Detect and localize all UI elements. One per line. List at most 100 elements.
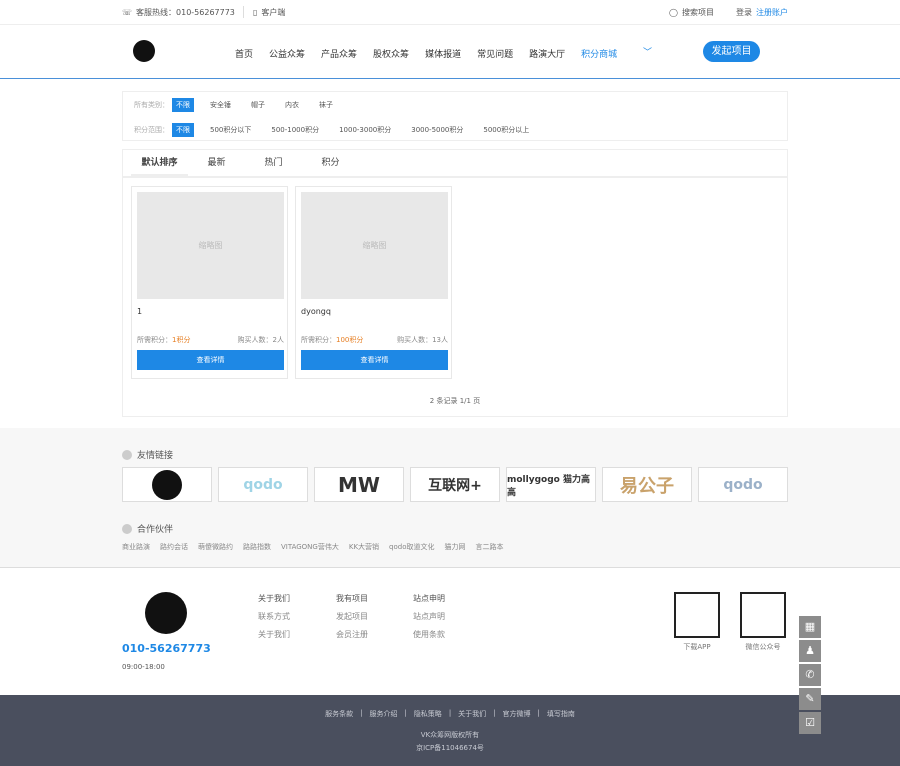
thumbnail[interactable]: 缩略图 (301, 192, 448, 299)
bottom-link[interactable]: 填写指南 (547, 709, 575, 719)
bottom-link[interactable]: 服务条款 (325, 709, 353, 719)
phone-icon: ▯ (253, 8, 258, 17)
bee-logo[interactable] (122, 467, 212, 502)
hotline: ☏ 客服热线：010-56267773 (122, 8, 235, 17)
footer-col-about: 关于我们 联系方式 关于我们 (258, 590, 290, 644)
category-option[interactable]: 安全锤 (206, 98, 235, 112)
main-nav: 首页 公益众筹 产品众筹 股权众筹 媒体报道 常见问题 路演大厅 积分商城 (235, 47, 633, 60)
friend-logo[interactable]: 互联网+ (410, 467, 500, 502)
bottom-link[interactable]: 隐私策略 (414, 709, 442, 719)
partner-link[interactable]: 猫力网 (445, 542, 466, 552)
bottom-link[interactable]: 服务介绍 (369, 709, 397, 719)
register-link[interactable]: 注册账户 (756, 7, 788, 18)
bottom-link[interactable]: 关于我们 (458, 709, 486, 719)
chevron-down-icon[interactable]: ﹀ (643, 45, 652, 58)
nav-product[interactable]: 产品众筹 (321, 47, 357, 60)
nav-media[interactable]: 媒体报道 (425, 47, 461, 60)
footer-link[interactable]: 联系方式 (258, 608, 290, 626)
footer-phone: 010-56267773 (122, 642, 211, 655)
category-option[interactable]: 不限 (172, 98, 194, 112)
partner-link[interactable]: 路路指数 (243, 542, 271, 552)
checkbox-icon[interactable]: ☑ (799, 712, 821, 734)
points-option[interactable]: 3000-5000积分 (407, 123, 467, 137)
search-link[interactable]: 搜索项目 (682, 7, 714, 18)
nav-charity[interactable]: 公益众筹 (269, 47, 305, 60)
card-title[interactable]: dyongq (301, 307, 331, 316)
card-title[interactable]: 1 (137, 307, 142, 316)
qr-code-icon[interactable]: ▦ (799, 616, 821, 638)
footer-col-project: 我有项目 发起项目 会员注册 (336, 590, 368, 644)
footer-link[interactable]: 会员注册 (336, 626, 368, 644)
bee-logo[interactable] (133, 40, 155, 62)
partner-link[interactable]: 路约会话 (160, 542, 188, 552)
partner-link[interactable]: qodo取道文化 (389, 542, 434, 552)
friend-logo[interactable]: MW (314, 467, 404, 502)
tab-points[interactable]: 积分 (302, 150, 359, 176)
footer-link[interactable]: 关于我们 (258, 626, 290, 644)
category-option[interactable]: 内衣 (281, 98, 303, 112)
qq-icon[interactable]: ♟ (799, 640, 821, 662)
partner-link[interactable]: VITAGONG营伟大 (281, 542, 339, 552)
search-icon[interactable]: ◯ (669, 8, 678, 17)
partner-link[interactable]: 商业路演 (122, 542, 150, 552)
points-option[interactable]: 500积分以下 (206, 123, 255, 137)
partner-link[interactable]: 萌傻微路约 (198, 542, 233, 552)
partners-heading: 合作伙伴 (122, 522, 173, 535)
partner-link[interactable]: 言二路本 (476, 542, 504, 552)
footer-link[interactable]: 使用条款 (413, 626, 445, 644)
footer-hours: 09:00-18:00 (122, 663, 165, 671)
points-value: 100积分 (336, 336, 364, 344)
qr-label: 下载APP (683, 643, 711, 651)
points-option[interactable]: 500-1000积分 (267, 123, 323, 137)
launch-project-button[interactable]: 发起项目 (703, 41, 760, 62)
topbar-divider (243, 6, 244, 18)
friend-logo[interactable]: qodo (698, 467, 788, 502)
category-filter: 所有类别： 不限 安全锤 帽子 内衣 袜子 (134, 98, 349, 112)
footer-link[interactable]: 站点声明 (413, 608, 445, 626)
footer-link[interactable]: 发起项目 (336, 608, 368, 626)
points-option[interactable]: 5000积分以上 (479, 123, 533, 137)
friend-logo[interactable]: mollygogo 猫力高高 (506, 467, 596, 502)
edit-icon[interactable]: ✎ (799, 688, 821, 710)
card-meta: 所需积分：100积分 购买人数：13人 (301, 336, 448, 344)
topbar-right: ◯ 搜索项目 登录 注册账户 (669, 7, 788, 18)
friend-links: qodo MW 互联网+ mollygogo 猫力高高 易公子 qodo (122, 467, 788, 502)
headset-icon: ☏ (122, 8, 133, 17)
icp-number: 京ICP备11046674号 (416, 744, 484, 752)
partner-link[interactable]: KK大营销 (349, 542, 379, 552)
category-option[interactable]: 袜子 (315, 98, 337, 112)
pagination: 2 条记录 1/1 页 (429, 397, 481, 405)
thumbnail[interactable]: 缩略图 (137, 192, 284, 299)
link-icon (122, 523, 132, 534)
friend-logo[interactable]: 易公子 (602, 467, 692, 502)
nav-roadshow[interactable]: 路演大厅 (529, 47, 565, 60)
bottom-link[interactable]: 官方微博 (503, 709, 531, 719)
client-link[interactable]: ▯ 客户端 (253, 7, 285, 18)
points-option[interactable]: 1000-3000积分 (335, 123, 395, 137)
nav-faq[interactable]: 常见问题 (477, 47, 513, 60)
tab-hot[interactable]: 热门 (245, 150, 302, 176)
view-details-button[interactable]: 查看详情 (137, 350, 284, 370)
points-option[interactable]: 不限 (172, 123, 194, 137)
view-details-button[interactable]: 查看详情 (301, 350, 448, 370)
footer-col-statement: 站点申明 站点声明 使用条款 (413, 590, 445, 644)
nav-home[interactable]: 首页 (235, 47, 253, 60)
product-card[interactable]: 缩略图 1 所需积分：1积分 购买人数：2人 查看详情 (131, 186, 288, 379)
card-meta: 所需积分：1积分 购买人数：2人 (137, 336, 284, 344)
points-value: 1积分 (172, 336, 191, 344)
tab-latest[interactable]: 最新 (188, 150, 245, 176)
bee-logo (145, 592, 187, 634)
friend-logo[interactable]: qodo (218, 467, 308, 502)
sort-tabs: 默认排序 最新 热门 积分 (123, 150, 787, 178)
tab-default[interactable]: 默认排序 (131, 150, 188, 176)
buyers-count: 购买人数：2人 (237, 336, 284, 344)
phone-icon[interactable]: ✆ (799, 664, 821, 686)
nav-equity[interactable]: 股权众筹 (373, 47, 409, 60)
category-option[interactable]: 帽子 (247, 98, 269, 112)
bottom-bar: 服务条款 | 服务介绍 | 隐私策略 | 关于我们 | 官方微博 | 填写指南 VK众筹网… (0, 695, 900, 766)
login-link[interactable]: 登录 (736, 7, 752, 18)
product-card[interactable]: 缩略图 dyongq 所需积分：100积分 购买人数：13人 查看详情 (295, 186, 452, 379)
nav-points-mall[interactable]: 积分商城 (581, 47, 617, 60)
qr-label: 微信公众号 (745, 643, 781, 651)
qr-code-wechat (740, 592, 786, 638)
